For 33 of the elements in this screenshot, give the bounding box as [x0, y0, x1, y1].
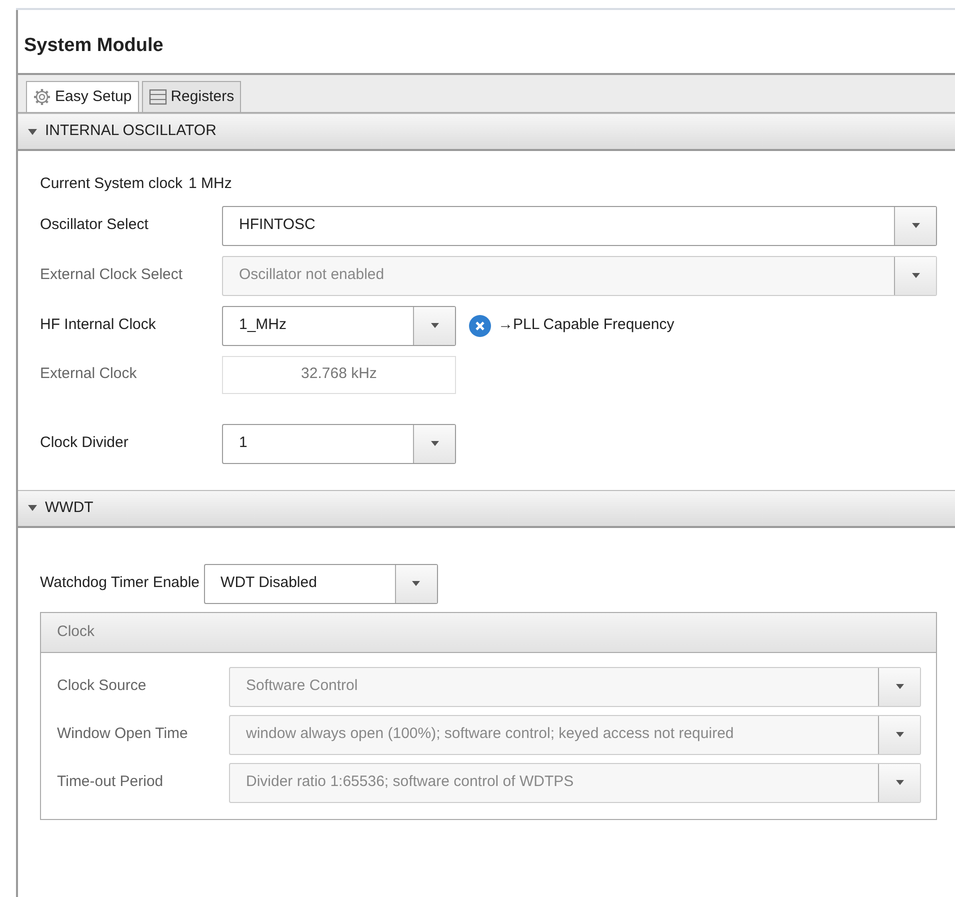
caret-icon: [430, 323, 438, 328]
dropdown[interactable]: 1: [222, 424, 456, 464]
caret-icon: [896, 732, 904, 737]
dropdown[interactable]: WDT Disabled: [204, 564, 438, 604]
field-label: Time-out Period: [57, 772, 164, 792]
field-label: HF Internal Clock: [40, 315, 157, 336]
field-label: Clock Source: [57, 676, 148, 696]
clock-value: 1 MHz: [188, 174, 232, 194]
gear-icon: [33, 88, 51, 106]
list-icon: [148, 88, 167, 105]
caret-icon: [912, 223, 920, 228]
group-title: Clock: [41, 612, 936, 652]
note-text: →PLL Capable Frequency: [498, 315, 674, 336]
field-label: External Clock Select: [40, 265, 184, 286]
field-label: External Clock: [40, 364, 138, 384]
caret-icon: [412, 581, 420, 586]
tab[interactable]: Registers: [142, 80, 242, 112]
field-label: Clock Divider: [40, 433, 130, 454]
section-title: INTERNAL OSCILLATOR: [45, 121, 216, 142]
caret-icon: [912, 273, 920, 278]
caret-icon: [430, 441, 438, 446]
field-label: Current System clock: [40, 174, 183, 194]
field-label: Oscillator Select: [40, 215, 150, 236]
field-label: Watchdog Timer Enable: [40, 573, 200, 594]
tab[interactable]: Easy Setup: [26, 80, 139, 112]
caret-icon: [896, 780, 904, 785]
info-icon: [468, 314, 492, 338]
window-title: System Module: [23, 34, 164, 58]
field-label: Window Open Time: [57, 724, 189, 744]
dropdown[interactable]: 1_MHz: [222, 306, 456, 346]
dropdown[interactable]: HFINTOSC: [222, 206, 937, 246]
caret-icon: [896, 684, 904, 689]
section-title: WWDT: [45, 498, 94, 518]
